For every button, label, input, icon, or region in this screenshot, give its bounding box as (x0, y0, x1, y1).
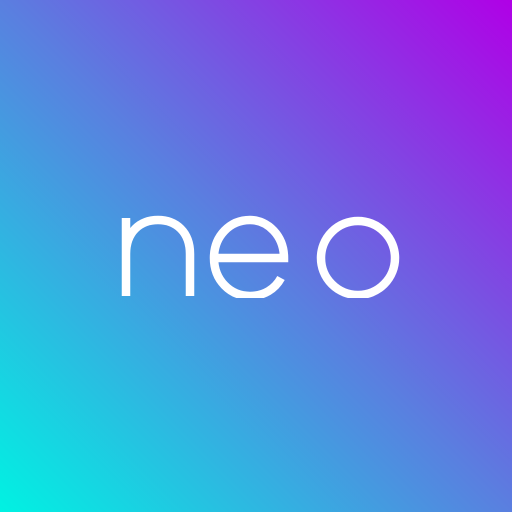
letter-n (121, 215, 195, 296)
app-icon-canvas: neo (0, 0, 512, 512)
letter-o (316, 216, 400, 298)
neo-wordmark-logo (121, 215, 400, 298)
letter-e (209, 215, 289, 298)
